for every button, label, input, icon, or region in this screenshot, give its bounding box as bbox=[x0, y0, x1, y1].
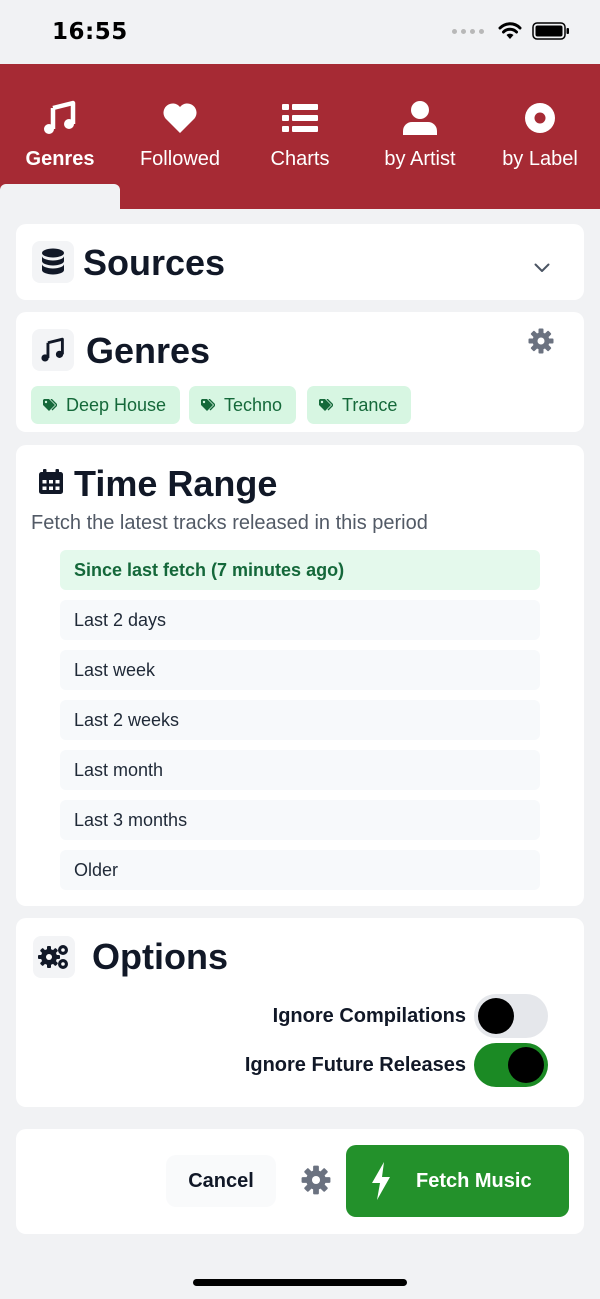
signal-dots-icon bbox=[452, 28, 484, 34]
user-icon bbox=[402, 98, 438, 138]
genre-tag[interactable]: Deep House bbox=[31, 386, 181, 424]
fetch-music-label: Fetch Music bbox=[416, 1169, 532, 1192]
genre-tag-label: Deep House bbox=[66, 394, 167, 415]
disc-icon bbox=[523, 98, 557, 138]
toggle-ignore-compilations-row: Ignore Compilations bbox=[273, 994, 548, 1038]
time-range-option[interactable]: Last 2 days bbox=[60, 600, 540, 640]
chevron-down-icon[interactable] bbox=[534, 260, 550, 278]
tab-by-artist[interactable]: by Artist bbox=[360, 64, 480, 209]
time-range-card: Time Range Fetch the latest tracks relea… bbox=[16, 445, 584, 906]
heart-icon bbox=[162, 98, 198, 138]
calendar-icon bbox=[38, 469, 64, 500]
time-range-option[interactable]: Since last fetch (7 minutes ago) bbox=[60, 550, 540, 590]
tab-by-label[interactable]: by Label bbox=[480, 64, 600, 209]
tab-label: Followed bbox=[139, 148, 221, 170]
tag-icon bbox=[319, 399, 333, 411]
tab-label: by Label bbox=[502, 148, 578, 170]
options-card: Options Ignore Compilations Ignore Futur… bbox=[16, 918, 584, 1107]
tab-followed[interactable]: Followed bbox=[120, 64, 240, 209]
genres-title: Genres bbox=[86, 330, 211, 371]
home-indicator bbox=[193, 1279, 407, 1286]
status-icons bbox=[452, 22, 570, 40]
bolt-icon bbox=[372, 1162, 390, 1200]
genre-tag-label: Techno bbox=[224, 394, 283, 415]
tag-icon bbox=[43, 399, 57, 411]
tab-label: Charts bbox=[270, 148, 330, 170]
list-icon bbox=[282, 98, 318, 138]
toggle-knob bbox=[478, 998, 514, 1034]
time-range-option[interactable]: Last 3 months bbox=[60, 800, 540, 840]
music-note-icon bbox=[32, 329, 74, 371]
toggle-label: Ignore Compilations bbox=[272, 1004, 466, 1027]
battery-icon bbox=[532, 22, 569, 40]
wifi-icon bbox=[498, 22, 522, 39]
gear-icon bbox=[528, 328, 554, 354]
time-range-title: Time Range bbox=[74, 463, 278, 504]
sources-title: Sources bbox=[83, 242, 226, 283]
status-time: 16:55 bbox=[52, 19, 128, 45]
fetch-music-button[interactable]: Fetch Music bbox=[346, 1145, 569, 1217]
action-bar: Cancel Fetch Music bbox=[16, 1129, 584, 1234]
database-icon bbox=[32, 241, 74, 283]
top-tab-bar: Genres Followed Charts by Artist by Labe… bbox=[0, 64, 600, 209]
time-range-option[interactable]: Last month bbox=[60, 750, 540, 790]
options-title: Options bbox=[92, 936, 228, 977]
ignore-future-releases-toggle[interactable] bbox=[474, 1043, 548, 1087]
gears-icon bbox=[33, 936, 75, 978]
cancel-button[interactable]: Cancel bbox=[166, 1155, 276, 1207]
gear-icon bbox=[301, 1165, 331, 1195]
time-range-subtitle: Fetch the latest tracks released in this… bbox=[31, 512, 428, 534]
tab-genres[interactable]: Genres bbox=[0, 64, 120, 209]
sources-card[interactable]: Sources bbox=[16, 224, 584, 300]
genres-settings-button[interactable] bbox=[528, 328, 554, 359]
genre-tag-label: Trance bbox=[342, 394, 398, 415]
settings-button[interactable] bbox=[301, 1165, 331, 1200]
tab-label: by Artist bbox=[384, 148, 456, 170]
toggle-knob bbox=[508, 1047, 544, 1083]
music-note-icon bbox=[42, 98, 78, 138]
time-range-option[interactable]: Last week bbox=[60, 650, 540, 690]
genre-tag[interactable]: Trance bbox=[307, 386, 412, 424]
time-range-option[interactable]: Older bbox=[60, 850, 540, 890]
toggle-ignore-future-releases-row: Ignore Future Releases bbox=[245, 1043, 548, 1087]
tab-charts[interactable]: Charts bbox=[240, 64, 360, 209]
toggle-label: Ignore Future Releases bbox=[244, 1053, 466, 1076]
status-bar: 16:55 bbox=[0, 0, 600, 64]
ignore-compilations-toggle[interactable] bbox=[474, 994, 548, 1038]
genre-tag[interactable]: Techno bbox=[189, 386, 297, 424]
genres-card: Genres Deep House Techno Trance bbox=[16, 312, 584, 432]
time-range-option[interactable]: Last 2 weeks bbox=[60, 700, 540, 740]
tag-icon bbox=[201, 399, 215, 411]
tab-label: Genres bbox=[25, 148, 95, 170]
